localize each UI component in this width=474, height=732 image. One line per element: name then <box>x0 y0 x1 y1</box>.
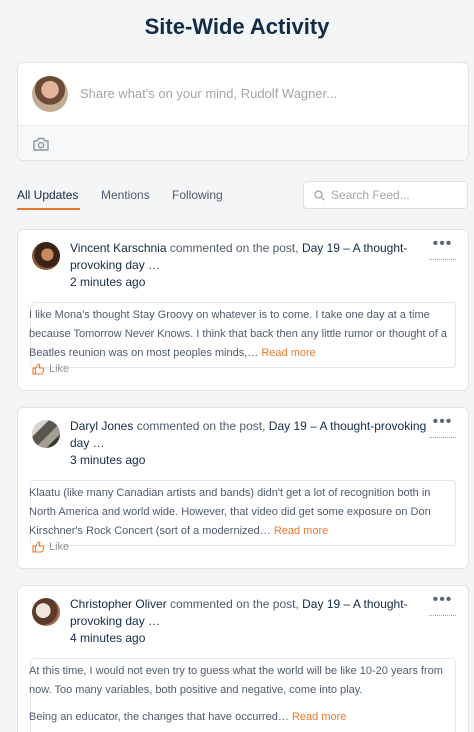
comment-excerpt: I like Mona's thought Stay Groovy on wha… <box>29 302 456 368</box>
read-more-link[interactable]: Read more <box>261 347 315 359</box>
read-more-link[interactable]: Read more <box>292 711 346 723</box>
thumbs-up-icon <box>32 363 45 375</box>
activity-header: Daryl Jones commented on the post, Day 1… <box>70 418 428 469</box>
timestamp[interactable]: 2 minutes ago <box>70 274 428 291</box>
activity-action: commented on the post, <box>170 597 299 611</box>
like-label: Like <box>49 541 70 553</box>
activity-item: Daryl Jones commented on the post, Day 1… <box>17 407 469 569</box>
author-link[interactable]: Vincent Karschnia <box>70 241 167 255</box>
avatar[interactable] <box>32 242 60 270</box>
activity-action: commented on the post, <box>136 419 266 433</box>
author-link[interactable]: Daryl Jones <box>70 419 133 433</box>
excerpt-text: I like Mona's thought Stay Groovy on wha… <box>29 309 448 359</box>
avatar[interactable] <box>32 598 60 626</box>
timestamp[interactable]: 4 minutes ago <box>70 630 428 647</box>
activity-item: Vincent Karschnia commented on the post,… <box>17 229 469 391</box>
excerpt-paragraph: At this time, I would not even try to gu… <box>29 665 443 696</box>
composer-placeholder[interactable]: Share what's on your mind, Rudolf Wagner… <box>80 86 337 101</box>
comment-excerpt: Klaatu (like many Canadian artists and b… <box>29 480 456 546</box>
activity-action: commented on the post, <box>169 241 299 255</box>
like-button[interactable]: Like <box>32 363 69 375</box>
author-link[interactable]: Christopher Oliver <box>70 597 167 611</box>
thumbs-up-icon <box>32 541 45 553</box>
read-more-link[interactable]: Read more <box>274 525 328 537</box>
ellipsis-icon[interactable]: ••• <box>429 414 456 438</box>
camera-icon[interactable] <box>33 137 49 151</box>
timestamp[interactable]: 3 minutes ago <box>70 452 428 469</box>
activity-item: Christopher Oliver commented on the post… <box>17 585 469 732</box>
page-title: Site-Wide Activity <box>144 14 330 39</box>
ellipsis-icon[interactable]: ••• <box>429 592 456 616</box>
activity-header: Christopher Oliver commented on the post… <box>70 596 428 647</box>
current-user-avatar <box>32 76 68 112</box>
search-icon <box>314 190 325 201</box>
comment-excerpt: At this time, I would not even try to gu… <box>29 658 456 732</box>
like-label: Like <box>49 363 70 375</box>
composer-toolbar <box>18 125 468 160</box>
activity-header: Vincent Karschnia commented on the post,… <box>70 240 428 291</box>
excerpt-text: Klaatu (like many Canadian artists and b… <box>29 487 431 537</box>
tab-all-updates[interactable]: All Updates <box>17 188 81 210</box>
ellipsis-icon[interactable]: ••• <box>429 236 456 260</box>
avatar[interactable] <box>32 420 60 448</box>
tab-mentions[interactable]: Mentions <box>101 188 150 202</box>
search-input[interactable] <box>331 186 461 204</box>
like-button[interactable]: Like <box>32 541 69 553</box>
tab-following[interactable]: Following <box>172 188 223 202</box>
excerpt-text: Being an educator, the changes that have… <box>29 711 289 723</box>
search-feed[interactable] <box>303 181 468 209</box>
post-composer[interactable]: Share what's on your mind, Rudolf Wagner… <box>17 62 469 161</box>
